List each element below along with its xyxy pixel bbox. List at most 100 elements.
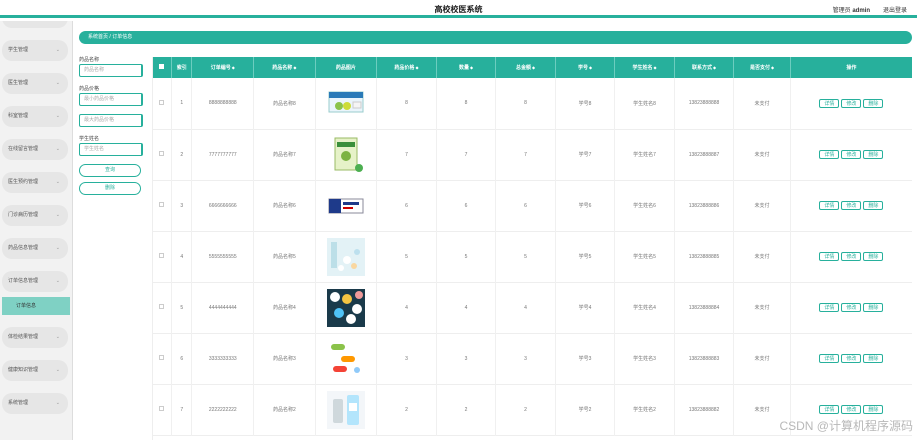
- edit-button[interactable]: 修改: [841, 405, 862, 414]
- detail-button[interactable]: 详情: [819, 405, 840, 414]
- cell-paid: 未支付: [733, 282, 791, 333]
- table-row[interactable]: 5 4444444444 药品名称4 4 4 4 学号4 学生姓名4 13823888884 未支…: [153, 282, 912, 333]
- price-label: 药品价格: [79, 86, 100, 92]
- cell-student-id: 学号7: [555, 129, 616, 180]
- detail-button[interactable]: 详情: [819, 252, 840, 261]
- detail-button[interactable]: 详情: [819, 354, 840, 363]
- table-row[interactable]: 4 5555555555 药品名称5 5 5 5 学号5 学生姓名5 13823888885 未支…: [153, 231, 912, 282]
- cell-paid: 未支付: [733, 180, 791, 231]
- sort-icon[interactable]: ◆: [232, 65, 235, 70]
- student-name-input[interactable]: 学生姓名: [79, 143, 143, 156]
- edit-button[interactable]: 修改: [841, 354, 862, 363]
- sidebar-item-label: 科室管理: [8, 113, 29, 119]
- sort-icon[interactable]: ◆: [293, 65, 296, 70]
- cell-index: 3: [171, 180, 193, 231]
- chevron-down-icon: ⌄: [55, 367, 60, 373]
- column-header[interactable]: 联系方式◆: [674, 57, 735, 78]
- select-all-checkbox[interactable]: [159, 64, 165, 69]
- row-checkbox[interactable]: [159, 355, 165, 360]
- cell-index: 4: [171, 231, 193, 282]
- sidebar-item[interactable]: 药品信息管理 ⌄: [2, 238, 68, 259]
- logout-link[interactable]: 退出登录: [883, 5, 907, 14]
- delete-button[interactable]: 删除: [863, 354, 884, 363]
- delete-button[interactable]: 删除: [863, 252, 884, 261]
- column-header[interactable]: 学生姓名◆: [614, 57, 675, 78]
- sort-icon[interactable]: ◆: [654, 65, 657, 70]
- sidebar-item[interactable]: 订单信息管理 ⌄: [2, 271, 68, 292]
- column-header[interactable]: 索引: [171, 57, 193, 78]
- sort-icon[interactable]: ◆: [713, 65, 716, 70]
- drug-name-label: 药品名称: [79, 57, 100, 63]
- delete-button[interactable]: 删除: [863, 201, 884, 210]
- cell-qty: 4: [436, 282, 497, 333]
- row-checkbox[interactable]: [159, 202, 165, 207]
- sidebar-subitem-active[interactable]: 订单信息: [2, 297, 70, 315]
- sidebar-item[interactable]: 学生管理 ⌄: [2, 40, 68, 61]
- table-row[interactable]: 3 6666666666 药品名称6 6 6 6 学号6 学生姓名6 13823888886 未支…: [153, 180, 912, 231]
- cell-price: 6: [376, 180, 437, 231]
- price-max-input[interactable]: 最大药品价格: [79, 114, 143, 127]
- column-header[interactable]: 药品名称◆: [253, 57, 316, 78]
- edit-button[interactable]: 修改: [841, 98, 862, 108]
- row-checkbox[interactable]: [159, 151, 165, 156]
- row-checkbox[interactable]: [159, 304, 165, 309]
- sidebar-item[interactable]: 系统管理 ⌄: [2, 393, 68, 414]
- cell-price: 3: [376, 333, 437, 384]
- edit-button[interactable]: 修改: [841, 252, 862, 261]
- row-checkbox[interactable]: [159, 99, 165, 105]
- cell-drug: 药品名称8: [253, 78, 316, 129]
- detail-button[interactable]: 详情: [819, 201, 840, 210]
- sort-icon[interactable]: ◆: [771, 65, 774, 70]
- sidebar-item[interactable]: 门诊病历管理 ⌄: [2, 205, 68, 226]
- sidebar-item[interactable]: 健康知识管理 ⌄: [2, 360, 68, 381]
- column-header[interactable]: 总金额◆: [495, 57, 556, 78]
- table-header: 索引 订单编号◆ 药品名称◆ 药品图片 药品价格◆ 数量◆ 总金额◆ 学号◆ 学生姓名◆ 联系方式…: [153, 57, 912, 78]
- sidebar-item[interactable]: 科室管理 ⌄: [2, 106, 68, 127]
- sidebar-item[interactable]: 医生预约管理 ⌄: [2, 172, 68, 193]
- column-header[interactable]: 操作: [790, 57, 912, 78]
- cell-drug: 药品名称5: [253, 231, 316, 282]
- column-header-label: 数量: [458, 65, 469, 71]
- column-header[interactable]: 药品价格◆: [376, 57, 437, 78]
- cell-paid: 未支付: [733, 129, 791, 180]
- edit-button[interactable]: 修改: [841, 201, 862, 210]
- cell-qty: 8: [436, 78, 497, 129]
- drug-name-input[interactable]: 药品名称: [79, 64, 143, 77]
- cell-total: 8: [495, 78, 556, 129]
- delete-button[interactable]: 删除: [863, 98, 884, 108]
- edit-button[interactable]: 修改: [841, 303, 862, 312]
- row-checkbox[interactable]: [159, 253, 165, 258]
- column-header[interactable]: 订单编号◆: [191, 57, 255, 78]
- user-role: 管理员: [832, 8, 851, 14]
- cell-price: 5: [376, 231, 437, 282]
- sort-icon[interactable]: ◆: [589, 65, 592, 70]
- detail-button[interactable]: 详情: [819, 303, 840, 312]
- delete-button[interactable]: 删除: [863, 303, 884, 312]
- sidebar-item[interactable]: 在线留言管理 ⌄: [2, 139, 68, 160]
- cell-student-id: 学号4: [555, 282, 616, 333]
- table-row[interactable]: 1 8888888888 药品名称8 8 8 8 学号8 学生姓名8 13823888888 未支…: [153, 78, 912, 129]
- sidebar-item[interactable]: 医生管理 ⌄: [2, 73, 68, 94]
- batch-delete-button[interactable]: 删除: [79, 182, 141, 195]
- table-row[interactable]: 6 3333333333 药品名称3 3 3 3 学号3 学生姓名3 13823888883 未支…: [153, 333, 912, 384]
- column-header[interactable]: 数量◆: [436, 57, 497, 78]
- detail-button[interactable]: 详情: [819, 98, 840, 108]
- sort-icon[interactable]: ◆: [415, 65, 418, 70]
- search-button[interactable]: 查询: [79, 164, 141, 177]
- sort-icon[interactable]: ◆: [532, 65, 535, 70]
- cell-student-id: 学号6: [555, 180, 616, 231]
- table-row[interactable]: 2 7777777777 药品名称7 7 7 7 学号7 学生姓名7 13823888887 未支…: [153, 129, 912, 180]
- cell-student-name: 学生姓名2: [614, 384, 675, 435]
- row-checkbox[interactable]: [159, 406, 165, 411]
- delete-button[interactable]: 删除: [863, 405, 884, 414]
- price-min-input[interactable]: 最小药品价格: [79, 93, 143, 106]
- sidebar-item[interactable]: 体检结果管理 ⌄: [2, 327, 68, 348]
- column-header[interactable]: 学号◆: [555, 57, 616, 78]
- edit-button[interactable]: 修改: [841, 150, 862, 159]
- breadcrumb-home[interactable]: 系统首页: [88, 34, 108, 40]
- detail-button[interactable]: 详情: [819, 150, 840, 159]
- sort-icon[interactable]: ◆: [470, 65, 473, 70]
- column-header[interactable]: 药品图片: [315, 57, 378, 78]
- column-header[interactable]: 是否支付◆: [733, 57, 791, 78]
- delete-button[interactable]: 删除: [863, 150, 884, 159]
